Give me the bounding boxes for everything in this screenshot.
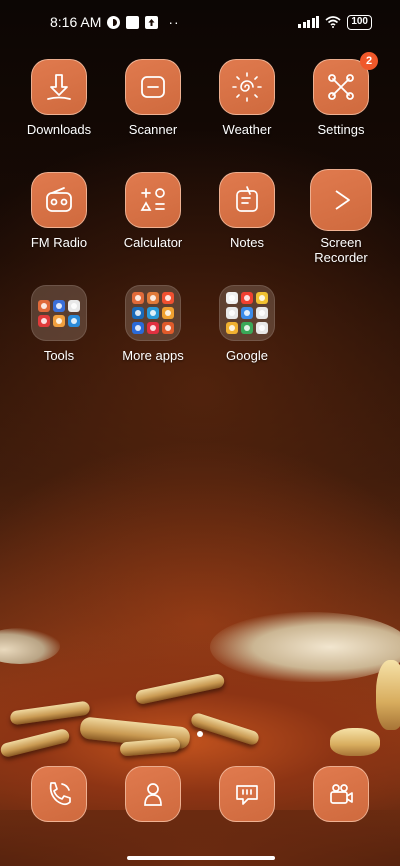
folder-mini-app-icon (256, 292, 268, 304)
app-label: Calculator (123, 235, 183, 250)
folder-mini-app-icon (147, 307, 159, 319)
app-icon[interactable]: 2 (313, 52, 378, 115)
folder-mini-app-icon (38, 299, 50, 312)
phone-icon (49, 782, 71, 806)
folder-label: Google (226, 348, 268, 363)
gesture-navigation-bar[interactable] (127, 856, 275, 860)
folder-google[interactable]: Google (200, 285, 294, 363)
folder-icon[interactable] (219, 285, 275, 341)
folder-label: More apps (122, 348, 184, 363)
status-bar: 8:16 AM ·· 100 (0, 0, 400, 44)
dock-messages[interactable] (219, 766, 275, 822)
status-time: 8:16 AM (50, 14, 102, 30)
folder-mini-app-icon (226, 307, 238, 319)
folder-label: Tools (43, 348, 75, 363)
sun-icon (232, 72, 262, 102)
app-label: FM Radio (30, 235, 88, 250)
wallpaper-fur-right (210, 612, 400, 682)
app-label: Screen Recorder (314, 235, 368, 265)
folder-tools[interactable]: Tools (12, 285, 106, 363)
app-label: Weather (222, 122, 272, 137)
app-icon[interactable] (31, 59, 87, 115)
folder-mini-app-icon (162, 292, 174, 304)
folder-mini-app-icon (147, 292, 159, 304)
folder-mini-app-icon (256, 322, 268, 334)
dock-contacts[interactable] (125, 766, 181, 822)
folder-mini-app-icon (68, 314, 80, 327)
scanner-icon (141, 76, 165, 98)
messages-icon (236, 785, 258, 805)
wallpaper-statue (330, 728, 380, 756)
app-icon[interactable] (219, 172, 275, 228)
app-icon[interactable] (31, 172, 87, 228)
app-icon[interactable] (125, 59, 181, 115)
app-fm-radio[interactable]: FM Radio (12, 172, 106, 250)
gallery-icon (126, 15, 140, 29)
app-icon[interactable] (125, 172, 181, 228)
folder-mini-app-icon (241, 292, 253, 304)
battery-indicator: 100 (347, 14, 372, 30)
folder-mini-app-icon (241, 307, 253, 319)
folder-mini-app-icon (38, 314, 50, 327)
folder-mini-app-icon (132, 292, 144, 304)
page-indicator (197, 731, 203, 737)
data-saver-icon (107, 15, 121, 29)
settings-icon (328, 74, 354, 100)
more-notifications-indicator: ·· (168, 14, 180, 30)
app-scanner[interactable]: Scanner (106, 59, 200, 137)
wallpaper-statue (376, 660, 400, 730)
app-weather[interactable]: Weather (200, 59, 294, 137)
folder-icon[interactable] (125, 285, 181, 341)
folder-mini-app-icon (241, 322, 253, 334)
folder-mini-app-icon (132, 307, 144, 319)
app-icon[interactable] (219, 59, 275, 115)
dock-camera[interactable] (313, 766, 369, 822)
folder-mini-app-icon (256, 307, 268, 319)
app-settings[interactable]: 2 Settings (294, 52, 388, 137)
play-icon (335, 190, 350, 210)
folder-icon[interactable] (31, 285, 87, 341)
folder-mini-app-icon (226, 292, 238, 304)
folder-mini-app-icon (68, 299, 80, 312)
wifi-icon (325, 16, 341, 28)
app-notes[interactable]: Notes (200, 172, 294, 250)
signal-icon (298, 16, 320, 28)
app-label: Scanner (128, 122, 178, 137)
folder-mini-app-icon (226, 322, 238, 334)
app-calculator[interactable]: Calculator (106, 172, 200, 250)
app-icon[interactable] (310, 169, 372, 231)
radio-icon (46, 187, 72, 212)
folder-mini-app-icon (147, 322, 159, 334)
contacts-icon (144, 783, 162, 806)
notification-badge: 2 (360, 52, 378, 70)
dock (0, 766, 400, 822)
folder-mini-app-icon (132, 322, 144, 334)
app-label: Settings (317, 122, 365, 137)
download-icon (47, 74, 71, 100)
dock-phone[interactable] (31, 766, 87, 822)
folder-more-apps[interactable]: More apps (106, 285, 200, 363)
calculator-icon (140, 188, 165, 211)
camera-icon (330, 784, 353, 804)
notes-icon (236, 186, 258, 212)
folder-mini-app-icon (162, 322, 174, 334)
app-screen-recorder[interactable]: Screen Recorder (294, 169, 388, 265)
folder-mini-app-icon (53, 314, 65, 327)
app-label: Notes (230, 235, 264, 250)
upload-icon (145, 15, 159, 29)
folder-mini-app-icon (162, 307, 174, 319)
app-label: Downloads (26, 122, 92, 137)
folder-mini-app-icon (53, 299, 65, 312)
app-downloads[interactable]: Downloads (12, 59, 106, 137)
